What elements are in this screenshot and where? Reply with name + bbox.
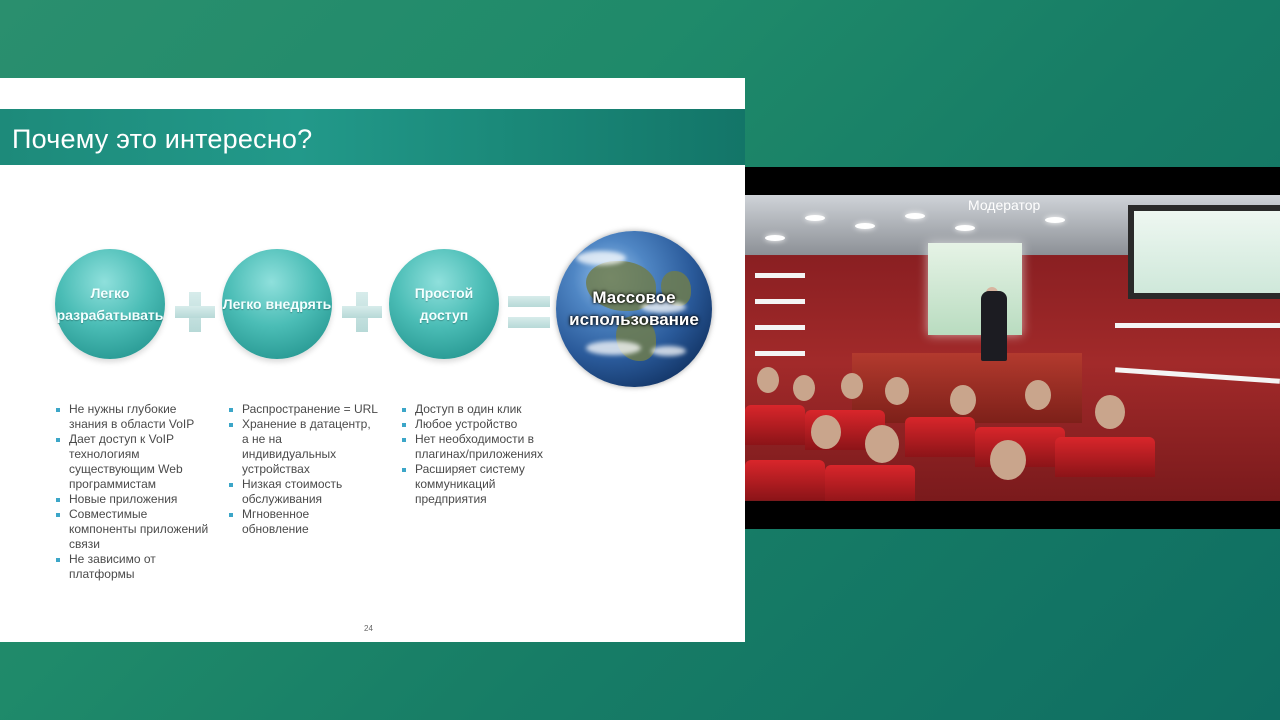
slide-title: Почему это интересно? (12, 124, 313, 154)
list-item: Дает доступ к VoIP технологиям существую… (55, 432, 215, 492)
list-item: Совместимые компоненты приложений связи (55, 507, 215, 552)
presentation-slide: Почему это интересно? Легко разрабатыват… (0, 78, 745, 642)
list-item: Расширяет систему коммуникаций предприят… (401, 462, 561, 507)
bullet-list-develop: Не нужны глубокие знания в области VoIP … (55, 402, 215, 582)
equals-icon (508, 296, 550, 330)
result-label: Массовое использование (569, 288, 699, 329)
circle-label: Легко разрабатывать (56, 285, 164, 323)
page-number: 24 (364, 624, 373, 633)
globe-image: Массовое использование (556, 231, 712, 387)
list-item: Не зависимо от платформы (55, 552, 215, 582)
list-item: Низкая стоимость обслуживания (228, 477, 378, 507)
video-feed: Модератор (745, 167, 1280, 529)
list-item: Мгновенное обновление (228, 507, 378, 537)
list-item: Доступ в один клик (401, 402, 561, 417)
circle-label: Легко внедрять (222, 296, 332, 312)
list-item: Любое устройство (401, 417, 561, 432)
circle-label: Простой доступ (414, 285, 474, 323)
list-item: Распространение = URL (228, 402, 378, 417)
plus-icon (175, 292, 215, 332)
circle-simple-access: Простой доступ (389, 249, 499, 359)
bullet-list-deploy: Распространение = URL Хранение в датацен… (228, 402, 378, 537)
list-item: Хранение в датацентр, а не на индивидуал… (228, 417, 378, 477)
list-item: Новые приложения (55, 492, 215, 507)
conference-room-image (745, 195, 1280, 501)
moderator-label: Модератор (968, 197, 1041, 213)
plus-icon (342, 292, 382, 332)
list-item: Нет необходимости в плагинах/приложениях (401, 432, 561, 462)
list-item: Не нужны глубокие знания в области VoIP (55, 402, 215, 432)
circle-easy-develop: Легко разрабатывать (55, 249, 165, 359)
circle-easy-deploy: Легко внедрять (222, 249, 332, 359)
bullet-list-access: Доступ в один клик Любое устройство Нет … (401, 402, 561, 507)
